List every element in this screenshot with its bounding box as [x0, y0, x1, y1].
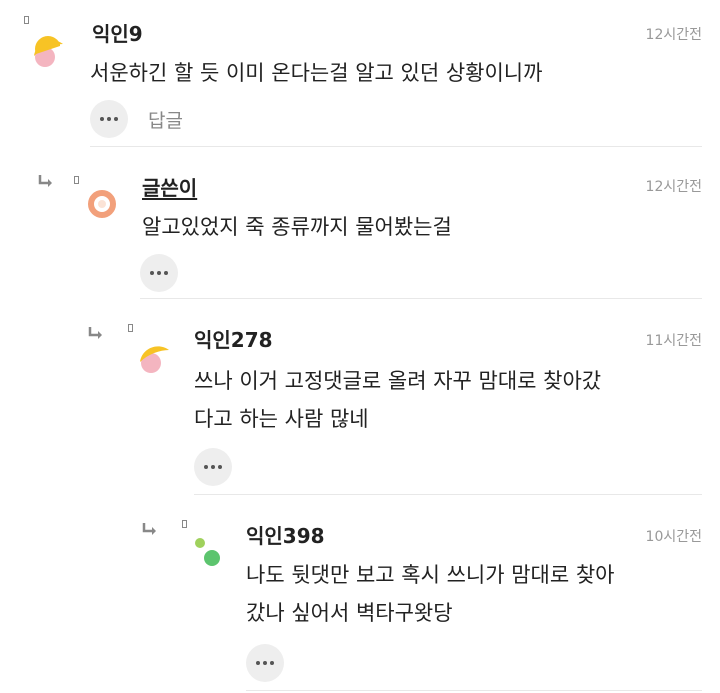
divider: [140, 298, 702, 299]
ellipsis-icon: [150, 271, 168, 275]
two-dots-avatar-icon: [195, 538, 220, 566]
reply-arrow-icon: [142, 523, 156, 535]
marker-icon: [182, 520, 187, 528]
half-moon-avatar-icon: [34, 36, 63, 67]
more-options-button[interactable]: [140, 254, 178, 292]
more-options-button[interactable]: [90, 100, 128, 138]
ellipsis-icon: [204, 465, 222, 469]
ring-avatar-icon: [88, 190, 116, 218]
comment-nickname[interactable]: 익인9: [92, 18, 143, 47]
comment-text: 쓰나 이거 고정댓글로 올려 자꾸 맘대로 찾아갔 다고 하는 사람 많네: [194, 369, 602, 431]
comment-text: 나도 뒷댓만 보고 혹시 쓰니가 맘대로 찾아 갔나 싶어서 벽타구왓당: [246, 563, 615, 625]
divider: [246, 690, 702, 691]
ellipsis-icon: [256, 661, 274, 665]
marker-icon: [128, 324, 133, 332]
comment-time: 11시간전: [645, 333, 702, 349]
comment-text: 서운하긴 할 듯 이미 온다는걸 알고 있던 상황이니까: [90, 61, 543, 85]
comment-2: 글쓴이 12시간전 알고있었지 죽 종류까지 물어봤는걸: [0, 150, 720, 298]
comment-nickname[interactable]: 익인278: [194, 324, 273, 353]
comment-time: 12시간전: [645, 179, 702, 195]
reply-arrow-icon: [38, 175, 52, 187]
comment-time: 12시간전: [645, 27, 702, 43]
comment-text: 알고있었지 죽 종류까지 물어봤는걸: [142, 215, 452, 239]
comment-1: 익인9 12시간전 서운하긴 할 듯 이미 온다는걸 알고 있던 상황이니까 답…: [0, 0, 720, 148]
reply-button[interactable]: 답글: [148, 106, 183, 133]
comment-4: 익인398 10시간전 나도 뒷댓만 보고 혹시 쓰니가 맘대로 찾아 갔나 싶…: [0, 496, 720, 693]
more-options-button[interactable]: [246, 644, 284, 682]
more-options-button[interactable]: [194, 448, 232, 486]
comment-3: 익인278 11시간전 쓰나 이거 고정댓글로 올려 자꾸 맘대로 찾아갔 다고…: [0, 300, 720, 495]
marker-icon: [74, 176, 79, 184]
half-moon-avatar-icon: [140, 346, 169, 373]
comment-nickname[interactable]: 익인398: [246, 520, 325, 549]
ellipsis-icon: [100, 117, 118, 121]
divider: [194, 494, 702, 495]
reply-arrow-icon: [88, 327, 102, 339]
divider: [90, 146, 702, 147]
marker-icon: [24, 16, 29, 24]
comment-time: 10시간전: [645, 529, 702, 545]
author-nickname[interactable]: 글쓴이: [142, 172, 197, 201]
